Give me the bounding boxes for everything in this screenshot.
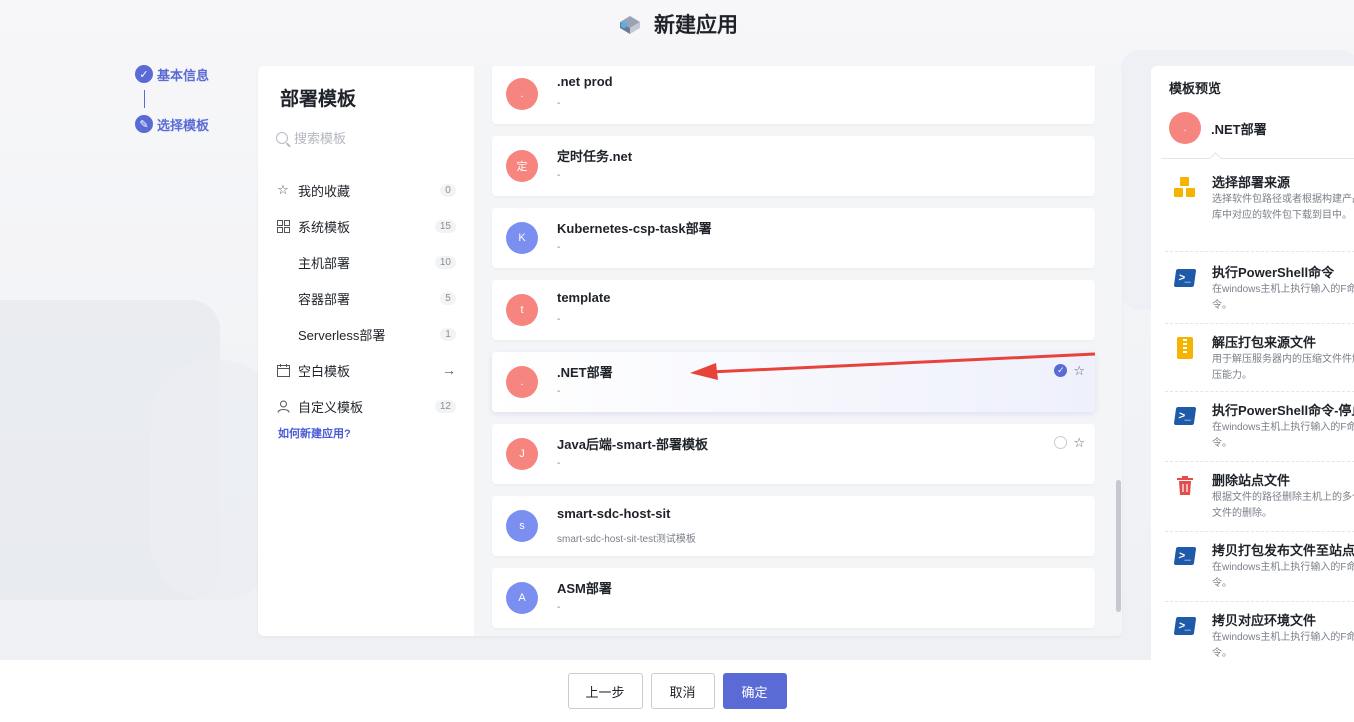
template-avatar: t xyxy=(506,294,538,326)
calendar-icon xyxy=(276,363,290,377)
count-badge: 5 xyxy=(440,291,456,305)
template-desc: - xyxy=(557,386,561,397)
boxes-icon xyxy=(1173,176,1197,200)
menu-item-custom-templates[interactable]: 自定义模板 12 xyxy=(276,388,456,424)
count-badge: 15 xyxy=(434,219,456,233)
menu-item-serverless-deploy[interactable]: Serverless部署 1 xyxy=(276,316,456,352)
template-preview-panel: 模板预览 . .NET部署 选择部署来源 选择软件包路径或者根据构建产品库中对应… xyxy=(1151,66,1354,662)
powershell-icon: >_ xyxy=(1173,544,1197,568)
template-desc: - xyxy=(557,314,561,325)
preview-step: 选择部署来源 选择软件包路径或者根据构建产品库中对应的软件包下载到目中。 xyxy=(1165,164,1354,252)
page-title: 新建应用 xyxy=(654,14,738,37)
template-name: 定时任务.net xyxy=(557,149,633,164)
powershell-icon: >_ xyxy=(1173,404,1197,428)
preview-template-name: .NET部署 xyxy=(1211,121,1267,137)
preview-step: >_ 执行PowerShell命令-停止 在windows主机上执行输入的F命令… xyxy=(1165,392,1354,462)
count-badge: 10 xyxy=(434,255,456,269)
template-name: Kubernetes-csp-task部署 xyxy=(557,221,712,236)
prev-step-button[interactable]: 上一步 xyxy=(567,673,643,709)
preview-step: >_ 执行PowerShell命令 在windows主机上执行输入的F命令。 xyxy=(1165,254,1354,324)
powershell-icon: >_ xyxy=(1173,266,1197,290)
category-menu: ☆ 我的收藏 0 系统模板 15 主机部署 10 容器部署 5 Serverle… xyxy=(276,172,456,424)
template-avatar: . xyxy=(506,366,538,398)
powershell-icon: >_ xyxy=(1173,614,1197,638)
template-avatar: A xyxy=(506,582,538,614)
template-category-panel: 部署模板 ☆ 我的收藏 0 系统模板 15 主机部署 10 xyxy=(258,66,474,636)
trash-icon xyxy=(1173,474,1197,498)
edit-icon: ✎ xyxy=(135,115,153,133)
template-card[interactable]: 定 定时任务.net - xyxy=(492,136,1095,196)
step-label: 基本信息 xyxy=(157,67,210,83)
template-name: ASM部署 xyxy=(557,581,612,596)
template-desc: - xyxy=(557,170,561,181)
step-connector xyxy=(144,90,145,108)
count-badge: 0 xyxy=(440,183,456,197)
preview-title: 模板预览 xyxy=(1169,81,1222,96)
template-card[interactable]: s smart-sdc-host-sit smart-sdc-host-sit-… xyxy=(492,496,1095,556)
step-basic-info[interactable]: ✓ 基本信息 xyxy=(135,64,209,84)
step-label: 选择模板 xyxy=(157,117,210,133)
template-desc: - xyxy=(557,458,561,469)
preview-step: 解压打包来源文件 用于解压服务器内的压缩文件件解压能力。 xyxy=(1165,324,1354,392)
menu-item-host-deploy[interactable]: 主机部署 10 xyxy=(276,244,456,280)
template-desc: smart-sdc-host-sit-test测试模板 xyxy=(557,534,696,545)
app-logo-icon xyxy=(616,12,644,36)
preview-step: 删除站点文件 根据文件的路径删除主机上的多个文件的删除。 xyxy=(1165,462,1354,532)
menu-item-system-templates[interactable]: 系统模板 15 xyxy=(276,208,456,244)
menu-item-blank-template[interactable]: 空白模板 → xyxy=(276,352,456,388)
count-badge: 1 xyxy=(440,327,456,341)
template-card[interactable]: J Java后端-smart-部署模板 - ☆ xyxy=(492,424,1095,484)
template-avatar: s xyxy=(506,510,538,542)
template-desc: - xyxy=(557,242,561,253)
zip-icon xyxy=(1173,336,1197,360)
template-card[interactable]: A ASM部署 - xyxy=(492,568,1095,628)
star-icon: ☆ xyxy=(277,182,289,197)
user-icon xyxy=(276,399,290,413)
menu-item-container-deploy[interactable]: 容器部署 5 xyxy=(276,280,456,316)
confirm-button[interactable]: 确定 xyxy=(722,673,787,709)
search-input[interactable] xyxy=(294,130,444,146)
template-name: Java后端-smart-部署模板 xyxy=(557,437,708,452)
step-indicator: ✓ 基本信息 ✎ 选择模板 xyxy=(135,64,209,134)
template-avatar: 定 xyxy=(506,150,538,182)
page-header: 新建应用 xyxy=(0,0,1354,48)
pointer-notch xyxy=(1209,152,1222,165)
template-name: .net prod xyxy=(557,74,613,89)
select-radio[interactable] xyxy=(1054,436,1068,449)
template-desc: - xyxy=(557,98,561,109)
preview-header: . .NET部署 xyxy=(1169,112,1267,144)
footer-actions: 上一步 取消 确定 xyxy=(0,660,1354,722)
template-avatar: J xyxy=(506,438,538,470)
count-badge: 12 xyxy=(434,399,456,413)
template-card[interactable]: t template - xyxy=(492,280,1095,340)
template-name: template xyxy=(557,290,611,305)
divider xyxy=(1161,158,1354,159)
panel-title: 部署模板 xyxy=(280,89,357,110)
preview-step: >_ 拷贝打包发布文件至站点 在windows主机上执行输入的F命令。 xyxy=(1165,532,1354,602)
search-box xyxy=(276,126,456,150)
preview-avatar: . xyxy=(1169,112,1201,144)
template-actions: ☆ xyxy=(1054,436,1085,449)
annotation-arrow-icon xyxy=(690,352,1096,380)
favorite-star-icon[interactable]: ☆ xyxy=(1073,436,1085,449)
menu-item-favorites[interactable]: ☆ 我的收藏 0 xyxy=(276,172,456,208)
search-icon xyxy=(276,132,288,144)
cancel-button[interactable]: 取消 xyxy=(650,673,715,709)
template-name: smart-sdc-host-sit xyxy=(557,506,671,521)
arrow-right-icon: → xyxy=(442,362,456,378)
list-scrollbar[interactable] xyxy=(1116,480,1121,612)
template-card[interactable]: K Kubernetes-csp-task部署 - xyxy=(492,208,1095,268)
help-link[interactable]: 如何新建应用? xyxy=(278,425,351,441)
template-avatar: . xyxy=(506,78,538,110)
template-desc: - xyxy=(557,602,561,613)
preview-step: >_ 拷贝对应环境文件 在windows主机上执行输入的F命令。 xyxy=(1165,602,1354,662)
template-card[interactable]: . .net prod - xyxy=(492,66,1095,124)
template-name: .NET部署 xyxy=(557,365,613,380)
grid-icon xyxy=(276,219,290,233)
template-avatar: K xyxy=(506,222,538,254)
check-icon: ✓ xyxy=(135,65,153,83)
step-select-template[interactable]: ✎ 选择模板 xyxy=(135,114,209,134)
